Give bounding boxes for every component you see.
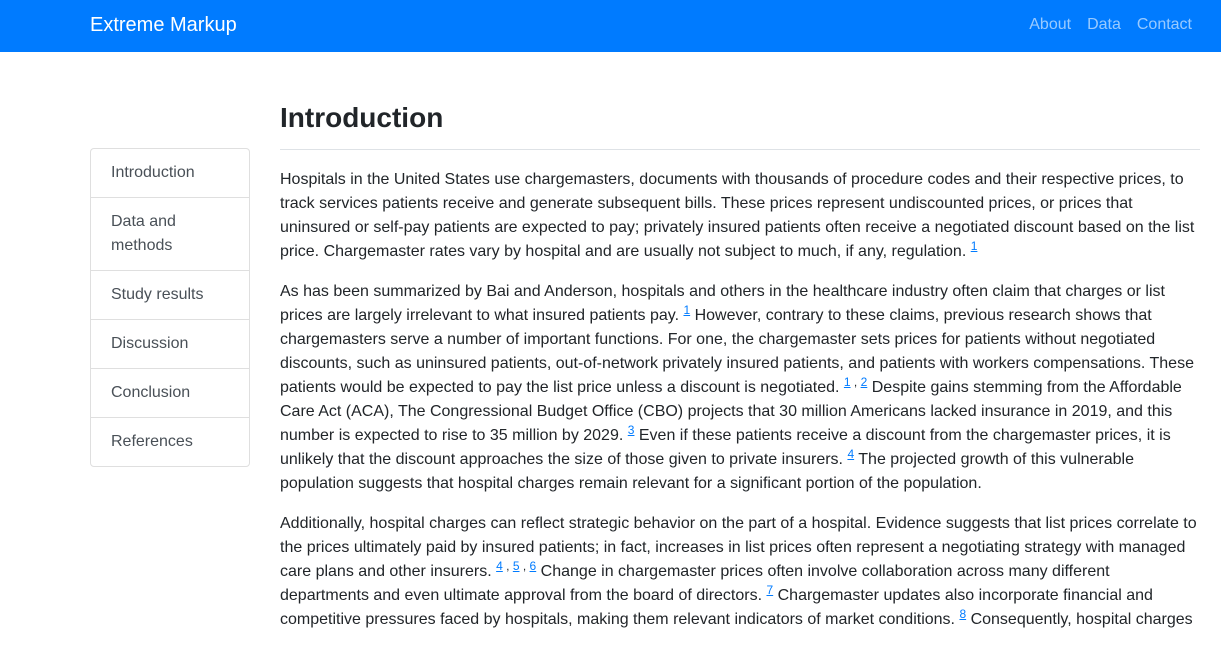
citation: 5 — [513, 559, 520, 573]
citation-separator: , — [502, 559, 513, 573]
main-content: Introduction Hospitals in the United Sta… — [280, 96, 1200, 648]
citation-link[interactable]: 1 — [971, 239, 978, 253]
sidebar-item-discussion[interactable]: Discussion — [91, 319, 249, 368]
nav-link-about[interactable]: About — [1013, 15, 1071, 35]
nav-link-data[interactable]: Data — [1071, 15, 1121, 35]
sidebar-item-study-results[interactable]: Study results — [91, 270, 249, 319]
nav-link-contact[interactable]: Contact — [1121, 15, 1192, 35]
citation-separator: , — [850, 375, 861, 389]
sidebar-item-conclusion[interactable]: Conclusion — [91, 368, 249, 417]
citation-separator: , — [519, 559, 530, 573]
brand-link[interactable]: Extreme Markup — [90, 13, 237, 37]
citation: 1 — [844, 375, 851, 389]
citation: 4 — [496, 559, 503, 573]
sidebar-item-references[interactable]: References — [91, 417, 249, 466]
nav-links: About Data Contact — [1013, 15, 1192, 35]
section-sidebar: Introduction Data and methods Study resu… — [90, 148, 250, 467]
citation-link[interactable]: 1 — [844, 375, 851, 389]
citation-link[interactable]: 4 — [496, 559, 503, 573]
paragraph: Additionally, hospital charges can refle… — [280, 512, 1200, 632]
citation: 1 — [971, 239, 978, 253]
paragraph: Hospitals in the United States use charg… — [280, 168, 1200, 264]
top-navbar: Extreme Markup About Data Contact — [0, 0, 1221, 52]
paragraph-text: Hospitals in the United States use charg… — [280, 171, 1195, 260]
sidebar-item-introduction[interactable]: Introduction — [91, 149, 249, 197]
paragraph-text: Consequently, hospital charges — [966, 611, 1193, 628]
citation-link[interactable]: 5 — [513, 559, 520, 573]
sidebar-item-data-and-methods[interactable]: Data and methods — [91, 197, 249, 270]
article-body: Hospitals in the United States use charg… — [280, 168, 1200, 632]
paragraph: As has been summarized by Bai and Anders… — [280, 280, 1200, 496]
page-title: Introduction — [280, 96, 1200, 150]
